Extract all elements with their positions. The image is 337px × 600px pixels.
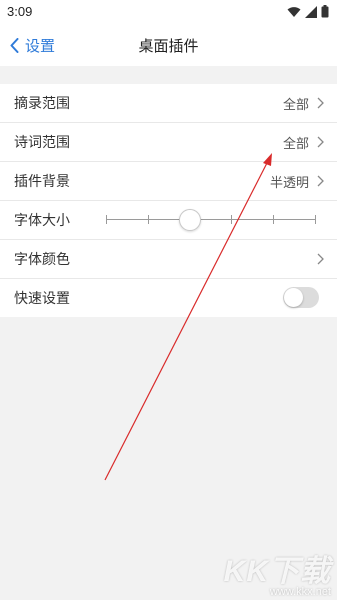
watermark: KK下载 www.kkx.net [224, 546, 331, 598]
chevron-right-icon [317, 253, 324, 265]
slider-tick [315, 215, 316, 224]
status-icons [287, 5, 329, 18]
battery-icon [321, 5, 329, 18]
row-value: 半透明 [269, 174, 309, 190]
chevron-right-icon [317, 97, 324, 109]
settings-group: 摘录范围 全部 诗词范围 全部 插件背景 半透明 字体大小 字体颜色 快速设置 [0, 84, 337, 317]
row-quick-settings: 快速设置 [0, 279, 337, 317]
wifi-icon [287, 6, 301, 17]
row-label: 快速设置 [14, 290, 70, 306]
slider-tick [106, 215, 107, 224]
signal-icon [305, 5, 317, 18]
slider-tick [273, 215, 274, 224]
page-title: 桌面插件 [138, 38, 199, 55]
watermark-logo: KK下载 [223, 555, 331, 588]
row-value: 全部 [282, 135, 309, 151]
row-font-color[interactable]: 字体颜色 [0, 240, 337, 279]
status-time: 3:09 [7, 4, 33, 19]
row-label: 字体颜色 [14, 251, 70, 267]
nav-bar: 设置 桌面插件 [0, 24, 337, 66]
row-poem-range[interactable]: 诗词范围 全部 [0, 123, 337, 162]
slider-tick [231, 215, 232, 224]
status-bar: 3:09 [0, 0, 337, 24]
row-excerpt-range[interactable]: 摘录范围 全部 [0, 84, 337, 123]
chevron-right-icon [317, 136, 324, 148]
row-label: 诗词范围 [14, 134, 70, 150]
font-size-slider[interactable] [106, 209, 316, 231]
slider-knob[interactable] [179, 209, 201, 231]
chevron-right-icon [317, 175, 324, 187]
quick-settings-toggle[interactable] [283, 287, 319, 308]
row-value: 全部 [282, 96, 309, 112]
slider-tick [148, 215, 149, 224]
row-label: 摘录范围 [14, 95, 70, 111]
row-font-size: 字体大小 [0, 201, 337, 240]
row-label: 插件背景 [14, 173, 70, 189]
row-label: 字体大小 [14, 212, 70, 228]
row-widget-background[interactable]: 插件背景 半透明 [0, 162, 337, 201]
toggle-thumb [284, 288, 303, 307]
